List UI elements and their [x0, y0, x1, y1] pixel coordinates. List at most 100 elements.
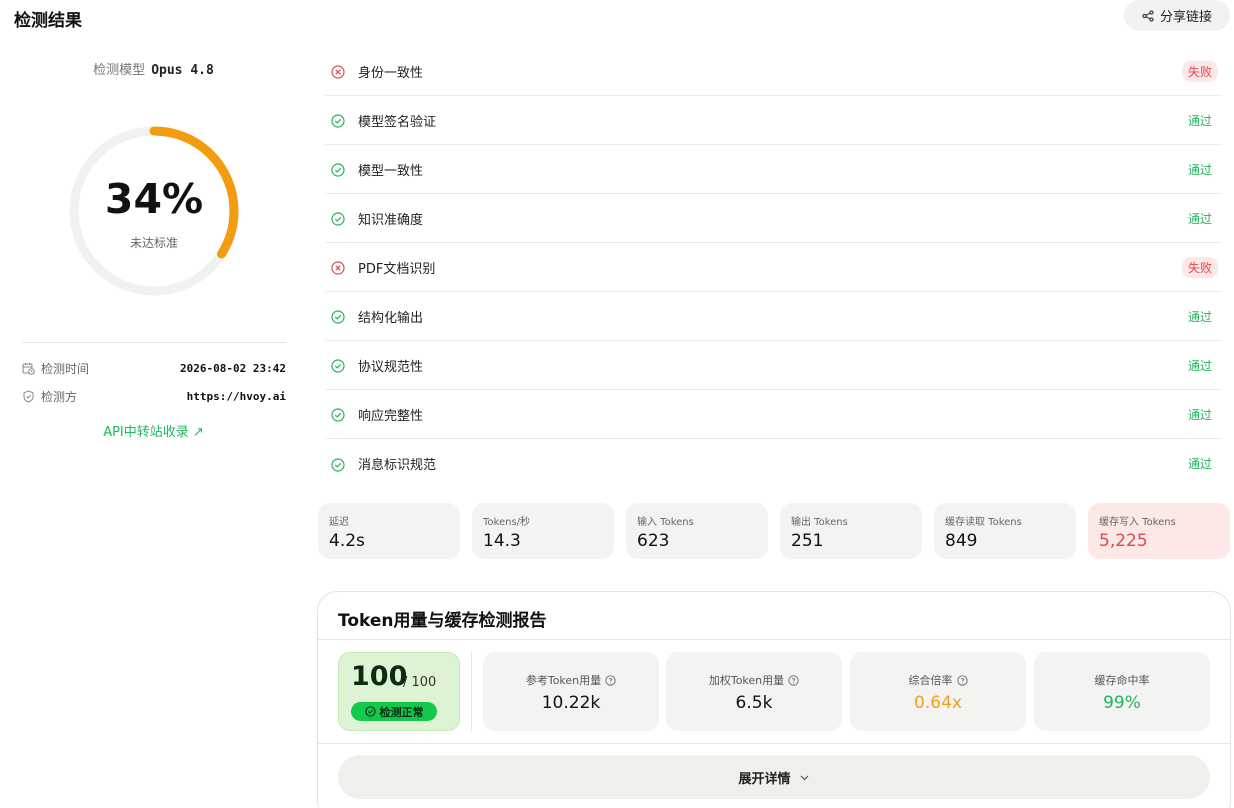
report-stat-label-row: 加权Token用量 — [666, 672, 842, 688]
check-status-badge: 失败 — [1181, 60, 1218, 82]
calendar-clock-icon — [22, 362, 35, 375]
model-label: 检测模型 — [93, 63, 146, 78]
check-name: 身份一致性 — [358, 65, 424, 81]
left-divider — [22, 342, 286, 343]
detect-time-value: 2026-08-02 23:42 — [180, 361, 286, 375]
metric-label: 输入 Tokens — [637, 517, 694, 528]
check-name: 知识准确度 — [358, 212, 424, 228]
report-stat-value: 6.5k — [735, 693, 773, 713]
detector-value: https://hvoy.ai — [186, 389, 286, 403]
metric-label: 延迟 — [329, 517, 349, 528]
metric-card: 缓存读取 Tokens 849 — [934, 503, 1076, 559]
check-name: 响应完整性 — [358, 408, 424, 424]
detect-time-row: 检测时间 2026-08-02 23:42 — [22, 358, 286, 378]
metric-label: Tokens/秒 — [483, 517, 531, 528]
check-name: 消息标识规范 — [358, 458, 437, 473]
page-title: 检测结果 — [14, 11, 82, 31]
detector-label: 检测方 — [41, 389, 78, 404]
check-status-badge: 通过 — [1187, 113, 1212, 128]
check-circle-icon — [331, 113, 345, 128]
check-status-badge: 通过 — [1187, 309, 1212, 324]
report-vertical-divider — [471, 652, 472, 731]
metric-value: 5,225 — [1099, 531, 1148, 551]
report-stat-card: 综合倍率 0.64x — [850, 652, 1026, 731]
report-stat-card: 加权Token用量 6.5k — [666, 652, 842, 731]
metric-card: 延迟 4.2s — [318, 503, 460, 559]
score-percent: 34% — [104, 175, 204, 223]
report-score-box: 100 / 100 检测正常 — [338, 652, 460, 731]
report-status-label: 检测正常 — [379, 705, 424, 719]
check-row: 消息标识规范 通过 — [325, 439, 1222, 488]
check-row: PDF文档识别 失败 — [325, 243, 1222, 292]
report-stat-card: 缓存命中率 99% — [1034, 652, 1210, 731]
metric-label: 输出 Tokens — [791, 517, 848, 528]
detect-time-label: 检测时间 — [41, 361, 90, 376]
report-stat-label: 缓存命中率 — [1094, 674, 1150, 687]
api-relay-link[interactable]: API中转站收录 ↗ — [0, 421, 307, 440]
metric-value: 623 — [637, 531, 670, 551]
check-status-badge: 通过 — [1187, 211, 1212, 226]
x-circle-icon — [331, 260, 345, 275]
metric-value: 251 — [791, 531, 824, 551]
report-status-badge: 检测正常 — [351, 702, 437, 721]
check-circle-icon — [331, 162, 345, 177]
check-name: 协议规范性 — [358, 359, 424, 375]
help-icon[interactable] — [605, 674, 616, 686]
check-row: 模型一致性 通过 — [325, 145, 1222, 194]
metric-card: 输出 Tokens 251 — [780, 503, 922, 559]
check-name: PDF文档识别 — [358, 261, 436, 277]
report-score: 100 — [351, 661, 408, 692]
metric-card: 输入 Tokens 623 — [626, 503, 768, 559]
report-stat-label: 参考Token用量 — [525, 674, 602, 687]
report-stat-label: 综合倍率 — [908, 674, 953, 687]
model-line: 检测模型 Opus 4.8 — [0, 59, 307, 78]
check-status-badge: 通过 — [1187, 457, 1212, 471]
check-row: 结构化输出 通过 — [325, 292, 1222, 341]
metric-value: 849 — [945, 531, 978, 551]
check-status-badge: 通过 — [1187, 358, 1212, 373]
check-row: 知识准确度 通过 — [325, 194, 1222, 243]
expand-details-button[interactable]: 展开详情 — [338, 755, 1210, 799]
check-circle-icon — [331, 407, 345, 422]
check-name: 结构化输出 — [358, 310, 424, 326]
score-gauge: 34% 未达标准 — [66, 123, 242, 299]
check-name: 模型签名验证 — [358, 114, 437, 130]
report-stat-label-row: 参考Token用量 — [483, 672, 659, 688]
expand-details-label: 展开详情 — [738, 771, 791, 787]
help-icon[interactable] — [788, 674, 799, 686]
metric-value: 4.2s — [329, 531, 365, 551]
check-name: 模型一致性 — [358, 163, 424, 179]
help-icon[interactable] — [956, 674, 968, 686]
token-report-card: Token用量与缓存检测报告 100 / 100 检测正常 参考Token用量 1… — [317, 591, 1231, 808]
model-name: Opus 4.8 — [151, 63, 214, 78]
check-row: 响应完整性 通过 — [325, 390, 1222, 439]
report-title: Token用量与缓存检测报告 — [338, 611, 547, 631]
x-circle-icon — [331, 64, 345, 79]
check-list: 身份一致性 失败 模型签名验证 通过 模型一致性 通过 知识准确度 通过 PDF文档识别 失败 结构… — [325, 47, 1222, 488]
check-status-badge: 通过 — [1187, 162, 1212, 177]
report-divider-bottom — [318, 743, 1230, 744]
detector-row: 检测方 https://hvoy.ai — [22, 386, 286, 406]
check-row: 协议规范性 通过 — [325, 341, 1222, 390]
check-circle-icon — [331, 457, 345, 472]
report-stat-value: 99% — [1103, 693, 1141, 713]
check-row: 模型签名验证 通过 — [325, 96, 1222, 145]
check-circle-icon — [331, 309, 345, 324]
report-stat-value: 0.64x — [914, 693, 962, 713]
share-link-button[interactable]: 分享链接 — [1124, 0, 1230, 31]
metric-card: 缓存写入 Tokens 5,225 — [1088, 503, 1230, 559]
check-status-badge: 通过 — [1187, 407, 1212, 422]
report-stat-label-row: 综合倍率 — [850, 672, 1026, 688]
report-stat-label-row: 缓存命中率 — [1034, 672, 1210, 688]
check-circle-icon — [331, 358, 345, 373]
metric-label: 缓存写入 Tokens — [1099, 517, 1176, 528]
report-stat-value: 10.22k — [541, 693, 601, 713]
metric-value: 14.3 — [483, 531, 521, 551]
report-divider — [318, 639, 1230, 640]
check-row: 身份一致性 失败 — [325, 47, 1222, 96]
report-stat-card: 参考Token用量 10.22k — [483, 652, 659, 731]
chevron-down-icon — [800, 775, 808, 780]
check-circle-icon — [364, 706, 376, 717]
report-score-total: / 100 — [403, 675, 437, 690]
check-status-badge: 失败 — [1181, 256, 1218, 278]
